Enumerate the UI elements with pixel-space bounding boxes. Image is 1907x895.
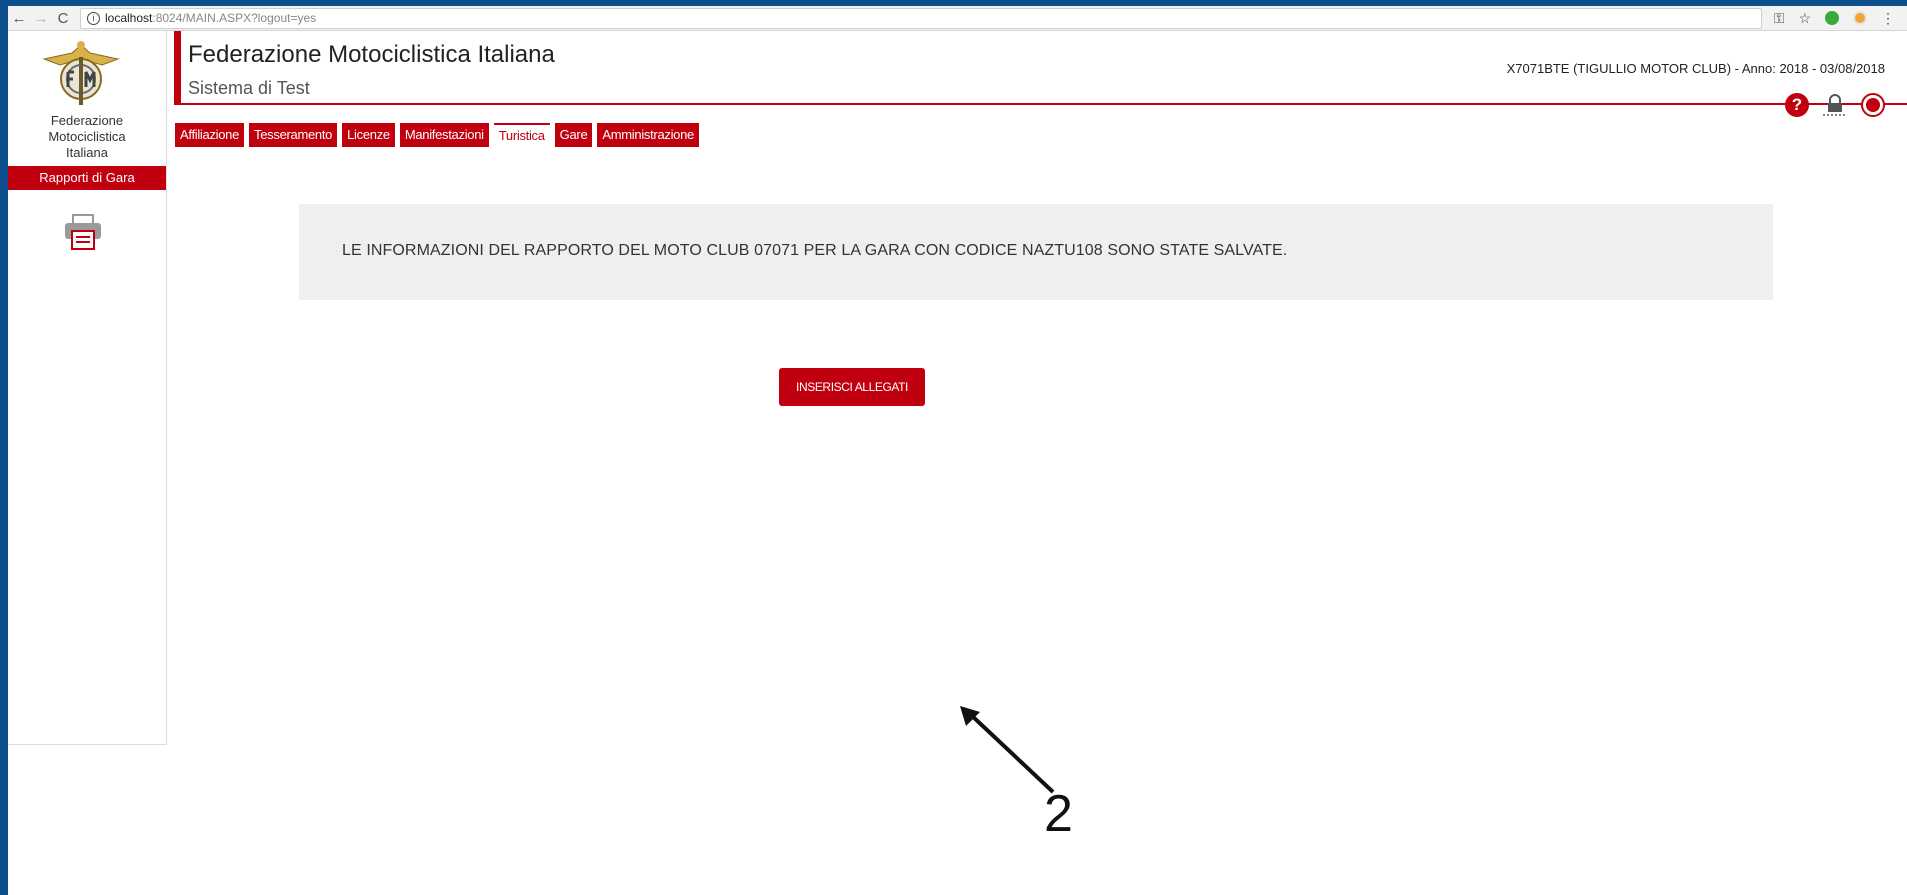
key-icon[interactable]: ⚿ [1774,10,1785,27]
user-info: X7071BTE (TIGULLIO MOTOR CLUB) - Anno: 2… [1506,61,1885,76]
main-tabs: Affiliazione Tesseramento Licenze Manife… [175,123,699,147]
sidebar: Federazione Motociclistica Italiana Rapp… [8,31,167,745]
browser-window: ← → C i localhost:8024/MAIN.ASPX?logout=… [8,6,1907,895]
annotation-number: 2 [1044,785,1073,843]
page-subtitle: Sistema di Test [188,78,310,98]
tab-licenze[interactable]: Licenze [342,123,395,147]
browser-icons: ⚿ ☆ ⋮ [1774,10,1895,27]
browser-toolbar: ← → C i localhost:8024/MAIN.ASPX?logout=… [8,6,1907,31]
exit-icon[interactable] [1861,93,1885,117]
url-host: localhost [105,11,153,25]
star-icon[interactable]: ☆ [1798,10,1811,27]
tab-manifestazioni[interactable]: Manifestazioni [399,123,489,147]
tab-turistica[interactable]: Turistica [493,123,550,147]
success-message-box: LE INFORMAZIONI DEL RAPPORTO DEL MOTO CL… [299,204,1773,300]
back-icon[interactable]: ← [8,10,30,27]
sidebar-item-rapporti-di-gara[interactable]: Rapporti di Gara [8,166,166,190]
extension-icon[interactable] [1853,11,1867,25]
url-path: :8024/MAIN.ASPX?logout=yes [152,11,317,25]
reload-icon[interactable]: C [52,10,74,27]
header-divider [174,103,1907,105]
info-icon[interactable]: i [87,11,100,25]
fmi-logo [42,41,120,105]
address-bar[interactable]: i localhost:8024/MAIN.ASPX?logout=yes [80,7,1762,29]
page-title: Federazione Motociclistica Italiana [188,41,555,68]
inserisci-allegati-button[interactable]: INSERISCI ALLEGATI [779,368,925,406]
printer-icon[interactable] [63,214,103,250]
tab-gare[interactable]: Gare [554,123,593,147]
menu-icon[interactable]: ⋮ [1881,10,1895,27]
annotation-arrow-icon [960,706,1055,794]
extension-icon[interactable] [1825,11,1839,25]
help-icon[interactable]: ? [1785,93,1809,117]
tab-affiliazione[interactable]: Affiliazione [175,123,245,147]
success-message: LE INFORMAZIONI DEL RAPPORTO DEL MOTO CL… [342,242,1288,259]
header-icons: ? [1785,93,1885,117]
tab-tesseramento[interactable]: Tesseramento [249,123,338,147]
lock-icon[interactable] [1821,93,1849,117]
org-name: Federazione Motociclistica Italiana [48,113,126,160]
tab-amministrazione[interactable]: Amministrazione [597,123,699,147]
header-accent [174,31,181,103]
forward-icon[interactable]: → [30,10,52,27]
